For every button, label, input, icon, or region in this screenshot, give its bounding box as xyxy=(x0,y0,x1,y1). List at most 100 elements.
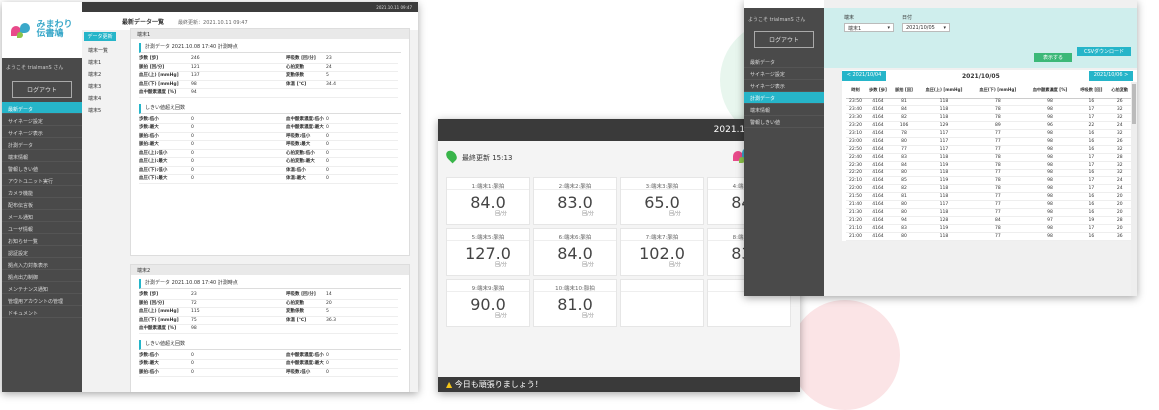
column-header: 血圧(上) [mmHg] xyxy=(917,82,971,99)
footer-text: 今日も頑張りましょう！ xyxy=(454,380,543,389)
grid-cell: 血圧(上):最大 xyxy=(139,158,191,167)
terminal-item[interactable]: 端末2 xyxy=(82,67,128,79)
sidebar-item[interactable]: メール通知 xyxy=(2,210,82,222)
grid-cell: 心拍変動 xyxy=(286,64,326,72)
terminal-item[interactable]: 端末3 xyxy=(82,79,128,91)
sidebar-item[interactable]: サイネージ設定 xyxy=(744,68,824,80)
table-cell: 119 xyxy=(917,176,971,186)
sidebar-item[interactable]: 最新データ xyxy=(744,56,824,68)
scrollbar[interactable] xyxy=(1131,82,1137,296)
table-cell: 77 xyxy=(970,145,1025,154)
grid-spacer xyxy=(246,317,286,325)
card-title: 端末2 xyxy=(131,265,409,275)
logout-button[interactable]: ログアウト xyxy=(12,81,72,98)
sidebar-item[interactable]: 警報しきい値 xyxy=(2,162,82,174)
measurement-grid: 歩数 [歩] 23 呼吸数 [回/分] 14 脈拍 [回/分] 72 心拍変動 20 血圧(上)… xyxy=(139,291,401,334)
prev-day-button[interactable]: < 2021/10/04 xyxy=(842,71,886,81)
sidebar-item[interactable]: 最新データ xyxy=(2,102,82,114)
table-row: 23:20 4164 106 129 89 96 22 24 xyxy=(846,121,1132,131)
terminal-item[interactable]: 端末4 xyxy=(82,91,128,103)
scrollbar-thumb[interactable] xyxy=(1132,84,1136,124)
sidebar-item[interactable]: アウトユニット実行 xyxy=(2,174,82,186)
table-cell: 28 xyxy=(1107,153,1132,162)
grid-spacer xyxy=(246,369,286,377)
table-cell: 84 xyxy=(890,105,918,115)
table-cell: 17 xyxy=(1075,113,1108,123)
grid-spacer xyxy=(246,81,286,89)
grid-spacer xyxy=(354,175,398,184)
terminal-item[interactable]: 端末5 xyxy=(82,103,128,115)
table-cell: 28 xyxy=(1107,216,1132,225)
sidebar-item[interactable]: 配布伝言板 xyxy=(2,198,82,210)
table-cell: 4164 xyxy=(864,184,891,194)
sidebar-item[interactable]: メンテナンス通知 xyxy=(2,282,82,294)
table-cell: 16 xyxy=(1075,208,1108,217)
table-cell: 26 xyxy=(1107,98,1132,107)
sidebar-item[interactable]: 拠点出力制御 xyxy=(2,270,82,282)
grid-cell: 24 xyxy=(326,64,354,72)
grid-cell: 0 xyxy=(191,360,246,369)
next-day-button[interactable]: 2021/10/06 > xyxy=(1089,71,1133,81)
logo-line2: 伝書鳩 xyxy=(36,29,64,39)
sidebar-menu: 最新データ サイネージ設定 サイネージ表示 計測データ 端末情報 警報しきい値 アウトユニッ… xyxy=(2,102,82,318)
sidebar-item[interactable]: 計測データ xyxy=(744,92,824,104)
logo-strip xyxy=(744,0,824,8)
grid-cell: 34.4 xyxy=(326,81,354,89)
sidebar-menu: 最新データ サイネージ設定 サイネージ表示 計測データ 端末情報 警報しきい値 xyxy=(744,56,824,128)
last-updated: 最終更新 15:13 xyxy=(462,154,513,162)
column-header: 脈拍 [回] xyxy=(890,82,918,99)
sidebar-item[interactable]: 計測データ xyxy=(2,138,82,150)
sidebar-item[interactable]: カメラ機能 xyxy=(2,186,82,198)
grid-cell: 94 xyxy=(191,89,246,98)
csv-download-button[interactable]: CSVダウンロード xyxy=(1077,47,1131,56)
sidebar-item[interactable]: 拠点入力対象表示 xyxy=(2,258,82,270)
grid-cell: 心拍変動:低小 xyxy=(286,150,326,158)
tile-label xyxy=(621,280,703,292)
sidebar-item[interactable]: 警報しきい値 xyxy=(744,116,824,128)
terminal-item[interactable]: 端末1 xyxy=(82,55,128,67)
threshold-heading: しきい値超え回数 xyxy=(139,339,401,350)
grid-cell: 心拍変動 xyxy=(286,300,326,308)
grid-cell: 0 xyxy=(191,150,246,158)
grid-cell: 98 xyxy=(191,81,246,89)
sidebar-item[interactable]: お知らせ一覧 xyxy=(2,234,82,246)
grid-cell: 歩数 [歩] xyxy=(139,55,191,64)
show-button[interactable]: 表示する xyxy=(1034,53,1072,62)
grid-cell: 121 xyxy=(191,64,246,72)
sidebar-item[interactable]: 端末情報 xyxy=(2,150,82,162)
table-cell: 83 xyxy=(890,153,918,162)
table-row: 21:50 4164 81 118 77 98 16 20 xyxy=(846,192,1132,202)
table-cell: 21:40 xyxy=(846,200,865,209)
sidebar-item[interactable]: 端末情報 xyxy=(744,104,824,116)
update-button[interactable]: データ更新 xyxy=(84,32,116,41)
sidebar: みまわり 伝書鳩 ようこそ trialmanS さん ログアウト 最新データ サイネ… xyxy=(2,2,82,392)
terminal-select[interactable]: 端末1 ▾ xyxy=(844,23,894,32)
sidebar-item[interactable]: ユーザ情報 xyxy=(2,222,82,234)
sidebar-item[interactable]: サイネージ表示 xyxy=(2,126,82,138)
table-cell: 97 xyxy=(1024,216,1076,225)
sidebar-item[interactable]: サイネージ設定 xyxy=(2,114,82,126)
sidebar-item[interactable]: 認証設定 xyxy=(2,246,82,258)
grid-cell: 0 xyxy=(191,175,246,184)
grid-spacer xyxy=(246,300,286,308)
grid-spacer xyxy=(354,124,398,133)
table-cell: 20 xyxy=(1107,224,1132,233)
grid-spacer xyxy=(246,158,286,167)
table-cell: 78 xyxy=(970,113,1025,123)
table-cell: 77 xyxy=(970,200,1025,209)
table-row: 22:20 4164 80 118 77 98 16 32 xyxy=(846,169,1132,178)
sidebar-item[interactable]: ドキュメント xyxy=(2,306,82,318)
date-select[interactable]: 2021/10/05 ▾ xyxy=(902,23,950,32)
logout-button[interactable]: ログアウト xyxy=(754,31,814,48)
table-cell: 32 xyxy=(1107,105,1132,115)
grid-cell: 血圧(下):低小 xyxy=(139,167,191,175)
welcome-text: ようこそ trialmanS さん xyxy=(748,17,806,23)
table-cell: 4164 xyxy=(864,153,891,162)
grid-cell: 体温:最大 xyxy=(286,175,326,184)
sidebar-item[interactable]: 管理用アカウントの管理 xyxy=(2,294,82,306)
sidebar-item[interactable]: サイネージ表示 xyxy=(744,80,824,92)
table-cell: 26 xyxy=(1107,137,1132,146)
logo: みまわり伝書鳩 xyxy=(2,2,82,58)
grid-cell: 体温 [℃] xyxy=(286,81,326,89)
grid-spacer xyxy=(246,64,286,72)
